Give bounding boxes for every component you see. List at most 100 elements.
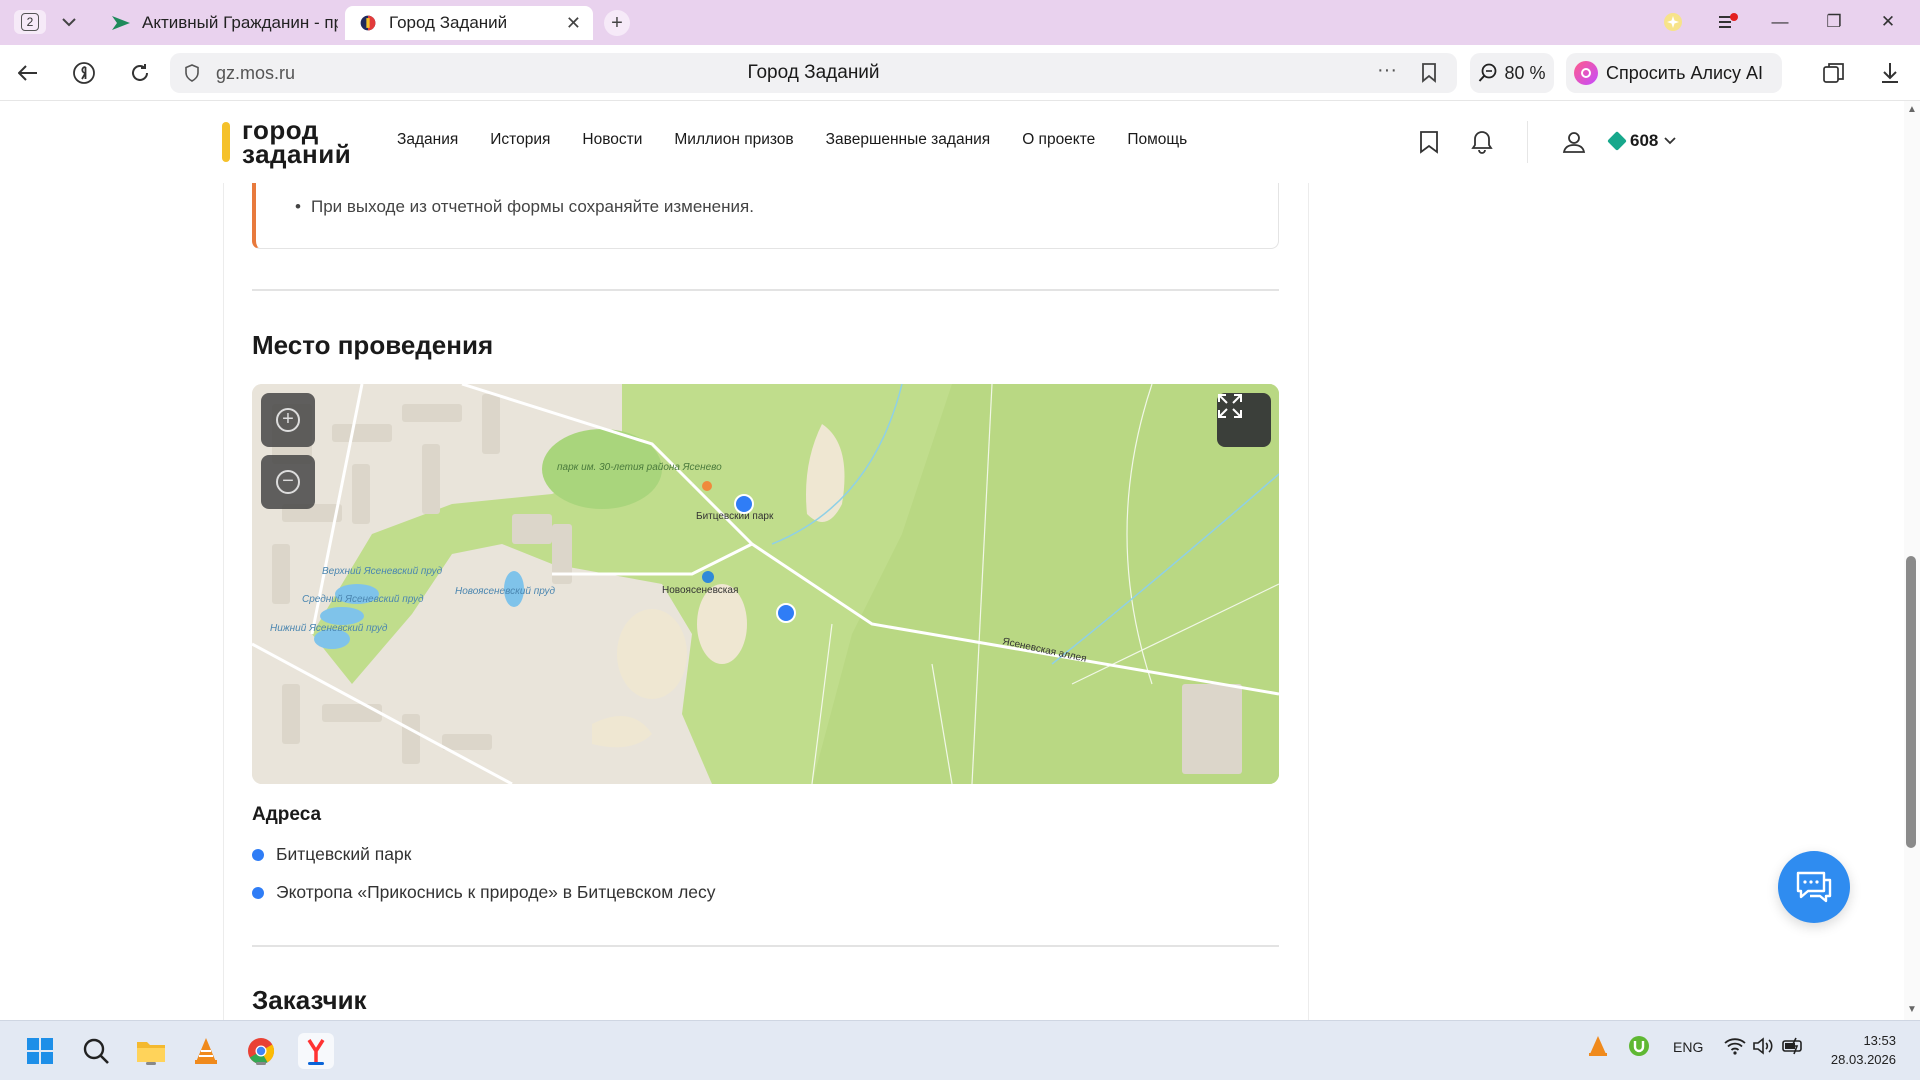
chat-icon [1796, 871, 1832, 903]
menu-item-completed-tasks[interactable]: Завершенные задания [826, 131, 991, 149]
tab-counter-button[interactable]: 2 [14, 10, 46, 34]
system-clock[interactable]: 13:53 28.03.2026 [1822, 1031, 1896, 1069]
tab-title: Город Заданий [389, 13, 508, 32]
windows-start-icon[interactable] [22, 1033, 58, 1069]
user-icon[interactable] [1560, 128, 1588, 156]
header-divider [1527, 121, 1528, 163]
logo-line-2: заданий [242, 139, 352, 169]
scrollbar-thumb[interactable] [1906, 556, 1916, 848]
close-tab-icon[interactable]: ✕ [566, 13, 581, 34]
tab-city-of-tasks[interactable]: Город Заданий ✕ [345, 6, 593, 40]
menu-item-news[interactable]: Новости [582, 131, 642, 149]
logo-bar [222, 122, 230, 162]
plus-icon: + [276, 408, 300, 432]
address-bar[interactable]: gz.mos.ru Город Заданий ··· [170, 53, 1457, 93]
scroll-up-arrow-icon[interactable]: ▲ [1906, 104, 1918, 115]
site-logo[interactable]: город заданий [222, 116, 351, 168]
support-chat-button[interactable] [1778, 851, 1850, 923]
bell-icon[interactable] [1468, 128, 1496, 156]
menu-item-million-prizes[interactable]: Миллион призов [674, 131, 793, 149]
page-title: Город Заданий [747, 62, 880, 83]
minimize-window-icon[interactable]: — [1762, 8, 1798, 36]
vlc-icon[interactable] [188, 1033, 224, 1069]
more-dots-icon[interactable]: ··· [1377, 59, 1397, 82]
address-pin[interactable] [776, 603, 796, 623]
vlc-tray-icon[interactable] [1588, 1035, 1608, 1060]
new-tab-button[interactable]: + [604, 10, 630, 36]
restore-window-icon[interactable]: ❐ [1816, 8, 1852, 36]
notice-item: При выходе из отчетной формы сохраняйте … [295, 197, 754, 217]
zoom-icon [1479, 63, 1497, 82]
map-label-pond-novo: Новоясеневский пруд [455, 586, 555, 597]
customer-heading: Заказчик [252, 985, 367, 1015]
wifi-icon[interactable] [1724, 1037, 1746, 1058]
menu-item-history[interactable]: История [490, 131, 550, 149]
address-text: Экотропа «Прикоснись к природе» в Битцев… [276, 882, 716, 902]
file-explorer-icon[interactable] [133, 1033, 169, 1069]
address-text: Битцевский парк [276, 844, 412, 864]
points-balance[interactable]: 608 [1607, 131, 1677, 151]
running-indicator [308, 1062, 324, 1065]
alice-label: Спросить Алису AI [1606, 62, 1764, 83]
menu-item-help[interactable]: Помощь [1127, 131, 1187, 149]
section-divider [252, 289, 1279, 291]
tab-active-citizen[interactable]: Активный Гражданин - пр [98, 6, 338, 40]
close-window-icon[interactable]: ✕ [1870, 8, 1906, 36]
chevron-down-icon[interactable] [56, 10, 82, 34]
zoom-level: 80 % [1504, 62, 1546, 83]
battery-icon[interactable] [1782, 1036, 1806, 1059]
chrome-icon[interactable] [243, 1033, 279, 1069]
map-label-pond-lower: Нижний Ясеневский пруд [270, 623, 388, 634]
menu-item-tasks[interactable]: Задания [397, 131, 458, 149]
address-pin[interactable] [734, 494, 754, 514]
venue-map[interactable]: парк им. 30-летия района Ясенево Верхний… [252, 384, 1279, 784]
address-bullet [252, 886, 264, 899]
section-divider [252, 945, 1279, 947]
addresses-heading: Адреса [252, 804, 322, 825]
active-citizen-favicon-icon [112, 16, 130, 30]
logo-text: город заданий [242, 117, 352, 169]
ask-alice-button[interactable]: Спросить Алису AI [1566, 53, 1782, 93]
fullscreen-button[interactable] [1217, 393, 1271, 447]
zoom-out-button[interactable]: − [261, 455, 315, 509]
city-of-tasks-favicon-icon [360, 15, 376, 31]
collections-icon[interactable] [1818, 57, 1850, 89]
zoom-in-button[interactable]: + [261, 393, 315, 447]
address-item[interactable]: Экотропа «Прикоснись к природе» в Битцев… [252, 882, 716, 903]
expand-icon [1218, 394, 1242, 418]
back-arrow-icon[interactable] [12, 57, 44, 89]
bookmark-icon[interactable] [1421, 63, 1437, 83]
metro-marker [702, 571, 714, 583]
address-bullet [252, 848, 264, 861]
bookmark-icon[interactable] [1415, 128, 1443, 156]
search-icon[interactable] [78, 1033, 114, 1069]
sparkle-icon[interactable] [1655, 8, 1691, 36]
reload-icon[interactable] [124, 57, 156, 89]
running-indicator [146, 1062, 156, 1065]
scroll-down-arrow-icon[interactable]: ▼ [1906, 1004, 1918, 1015]
points-gem-icon [1607, 131, 1627, 151]
clock-time: 13:53 [1863, 1033, 1896, 1048]
points-value: 608 [1630, 131, 1659, 150]
utorrent-tray-icon[interactable] [1628, 1035, 1650, 1060]
browser-toolbar: gz.mos.ru Город Заданий ··· 80 % Спросит… [0, 45, 1920, 101]
menu-item-about[interactable]: О проекте [1022, 131, 1095, 149]
map-label-metro-bitsa: Битцевский парк [696, 511, 774, 522]
main-menu: Задания История Новости Миллион призов З… [397, 131, 1187, 149]
language-indicator[interactable]: ENG [1673, 1039, 1703, 1055]
minus-icon: − [276, 470, 300, 494]
poi-marker [702, 481, 712, 491]
download-icon[interactable] [1874, 57, 1906, 89]
map-label-pond-middle: Средний Ясеневский пруд [302, 594, 424, 605]
address-item[interactable]: Битцевский парк [252, 844, 411, 865]
chevron-down-icon [1664, 137, 1677, 145]
browser-menu-icon[interactable] [1710, 8, 1746, 36]
browser-tab-strip: 2 Активный Гражданин - пр Город Заданий … [0, 0, 1920, 45]
zoom-indicator[interactable]: 80 % [1470, 53, 1554, 93]
map-label-park: парк им. 30-летия района Ясенево [557, 462, 722, 473]
yandex-icon[interactable] [68, 57, 100, 89]
yandex-browser-icon[interactable] [298, 1033, 334, 1069]
volume-icon[interactable] [1752, 1036, 1774, 1059]
windows-taskbar: ENG 13:53 28.03.2026 [0, 1020, 1920, 1080]
site-header: город заданий Задания История Новости Ми… [0, 101, 1904, 183]
